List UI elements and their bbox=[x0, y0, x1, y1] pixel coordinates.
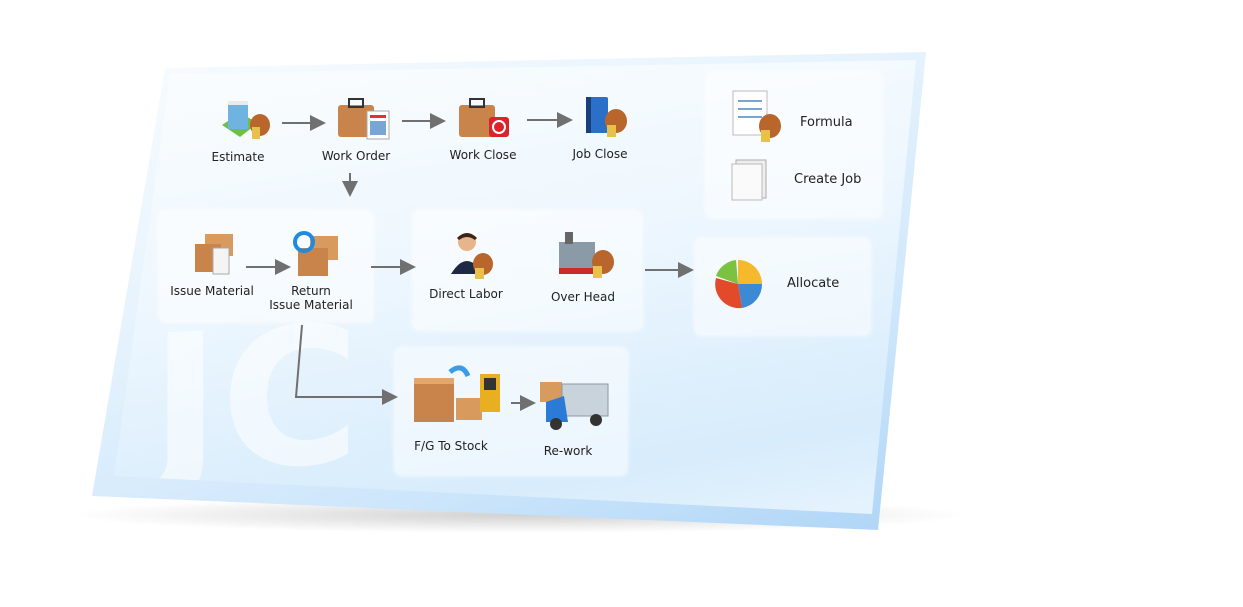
boxes-return-icon bbox=[293, 231, 338, 276]
node-direct-labor[interactable]: Direct Labor bbox=[429, 287, 503, 301]
boxes-forklift-icon bbox=[414, 365, 500, 422]
node-formula[interactable]: Formula bbox=[800, 116, 853, 130]
node-allocate[interactable]: Allocate bbox=[787, 277, 839, 291]
factory-money-icon bbox=[559, 232, 614, 278]
formula-sheet-icon bbox=[732, 90, 781, 142]
node-estimate[interactable]: Estimate bbox=[211, 150, 264, 164]
label-line-2: Issue Material bbox=[269, 298, 353, 312]
node-work-order[interactable]: Work Order bbox=[322, 149, 390, 163]
label-line-1: Return bbox=[291, 284, 331, 298]
briefcase-close-icon bbox=[459, 98, 509, 137]
node-job-close[interactable]: Job Close bbox=[572, 147, 627, 161]
worker-money-icon bbox=[451, 233, 493, 279]
briefcase-document-icon bbox=[338, 98, 390, 140]
building-money-icon bbox=[222, 101, 270, 139]
node-work-close[interactable]: Work Close bbox=[450, 148, 517, 162]
node-issue-material[interactable]: Issue Material bbox=[170, 284, 254, 298]
flow-arrows bbox=[246, 112, 694, 411]
node-return-issue-material[interactable]: Return Issue Material bbox=[269, 284, 353, 312]
node-fg-to-stock[interactable]: F/G To Stock bbox=[414, 439, 488, 453]
node-create-job[interactable]: Create Job bbox=[794, 173, 861, 187]
documents-stack-icon bbox=[731, 159, 767, 201]
arrow-material-fg bbox=[294, 324, 398, 405]
node-over-head[interactable]: Over Head bbox=[551, 290, 615, 304]
node-rework[interactable]: Re-work bbox=[544, 444, 593, 458]
book-money-icon bbox=[586, 97, 627, 137]
pie-chart-icon bbox=[715, 260, 763, 309]
boxes-document-icon bbox=[195, 234, 233, 275]
delivery-truck-icon bbox=[540, 382, 609, 430]
